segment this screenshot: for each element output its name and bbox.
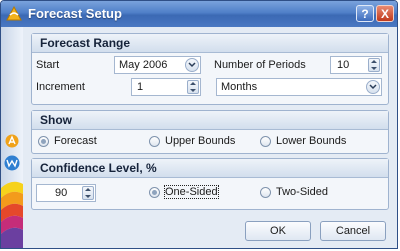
radio-unselected-icon[interactable] bbox=[260, 136, 271, 147]
alpha-logo-icon bbox=[5, 134, 19, 148]
decorative-stripes bbox=[1, 181, 23, 248]
two-sided-radio-label: Two-Sided bbox=[276, 186, 328, 198]
spin-arrows-icon[interactable] bbox=[187, 80, 199, 94]
increment-unit-value: Months bbox=[221, 81, 258, 93]
radio-selected-icon[interactable] bbox=[149, 187, 160, 198]
increment-value: 1 bbox=[137, 81, 144, 93]
confidence-level-header: Confidence Level, % bbox=[32, 159, 388, 178]
window-title: Forecast Setup bbox=[28, 6, 122, 21]
show-group: Show Forecast Upper Bounds Lower Bounds bbox=[31, 110, 389, 154]
radio-unselected-icon[interactable] bbox=[260, 187, 271, 198]
spin-arrows-icon[interactable] bbox=[82, 186, 94, 200]
ok-button[interactable]: OK bbox=[245, 221, 311, 241]
confidence-level-value: 90 bbox=[55, 187, 68, 199]
forecast-setup-dialog: Forecast Setup ? X Forecast Range Start … bbox=[0, 0, 398, 249]
increment-unit-dropdown[interactable]: Months bbox=[216, 78, 382, 96]
forecast-range-header: Forecast Range bbox=[32, 34, 388, 53]
increment-label: Increment bbox=[36, 81, 85, 93]
confidence-level-group: Confidence Level, % 90 One-Sided Two-Sid… bbox=[31, 158, 389, 210]
app-logo-icon bbox=[6, 5, 22, 21]
increment-stepper[interactable]: 1 bbox=[131, 78, 201, 96]
lower-bounds-radio-label: Lower Bounds bbox=[276, 135, 347, 147]
dialog-content: Forecast Range Start May 2006 Number of … bbox=[23, 27, 397, 248]
chevron-down-icon[interactable] bbox=[366, 80, 380, 94]
upper-bounds-radio-label: Upper Bounds bbox=[165, 135, 236, 147]
number-of-periods-label: Number of Periods bbox=[214, 59, 306, 71]
start-date-dropdown[interactable]: May 2006 bbox=[114, 56, 201, 74]
radio-unselected-icon[interactable] bbox=[149, 136, 160, 147]
one-sided-radio-label: One-Sided bbox=[164, 185, 219, 199]
forecast-radio-label: Forecast bbox=[54, 135, 97, 147]
confidence-level-stepper[interactable]: 90 bbox=[36, 184, 96, 202]
close-button[interactable]: X bbox=[376, 5, 394, 22]
sidebar bbox=[1, 27, 24, 248]
show-header: Show bbox=[32, 111, 388, 130]
cancel-button[interactable]: Cancel bbox=[320, 221, 386, 241]
spin-arrows-icon[interactable] bbox=[368, 58, 380, 72]
chevron-down-icon[interactable] bbox=[185, 58, 199, 72]
forecast-range-group: Forecast Range Start May 2006 Number of … bbox=[31, 33, 389, 105]
number-of-periods-stepper[interactable]: 10 bbox=[330, 56, 382, 74]
help-button[interactable]: ? bbox=[356, 5, 374, 22]
radio-selected-icon[interactable] bbox=[38, 136, 49, 147]
number-of-periods-value: 10 bbox=[337, 59, 350, 71]
title-bar: Forecast Setup ? X bbox=[1, 1, 397, 27]
start-date-value: May 2006 bbox=[119, 59, 168, 71]
start-label: Start bbox=[36, 59, 60, 71]
weibull-logo-icon bbox=[4, 155, 20, 171]
